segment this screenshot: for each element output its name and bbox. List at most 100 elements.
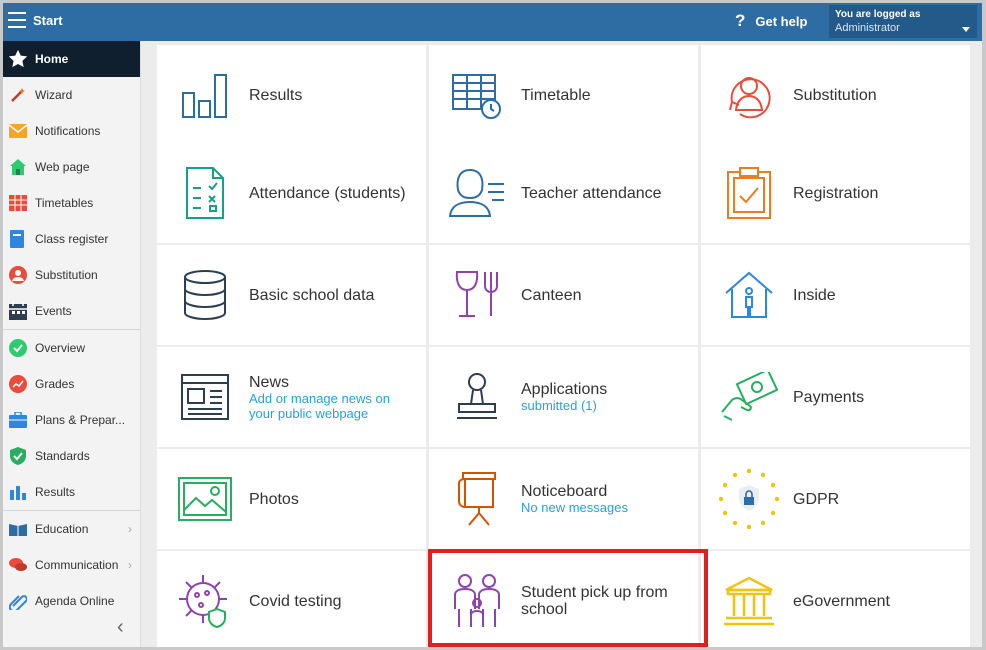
teacher-attendance-icon (437, 163, 517, 223)
tile-title: Attendance (students) (249, 184, 406, 202)
sidebar-item-label: Plans & Prepar... (35, 413, 126, 427)
sidebar-item-label: Education (35, 522, 89, 536)
tile-payments[interactable]: Payments (701, 347, 970, 447)
tile-teacher-attendance[interactable]: Teacher attendance (429, 143, 698, 243)
tile-title: Noticeboard (521, 483, 608, 500)
tile-title: eGovernment (793, 592, 890, 610)
tile-timetable[interactable]: Timetable (429, 45, 698, 145)
house-icon (8, 157, 28, 177)
sidebar-item-timetables[interactable]: Timetables (3, 185, 140, 221)
database-icon (165, 265, 245, 325)
sidebar-item-label: Wizard (35, 88, 73, 102)
get-help-button[interactable]: ? Get help (735, 11, 807, 31)
app-window: Start ? Get help You are logged as Admin… (3, 3, 982, 647)
tile-title: Photos (249, 490, 299, 508)
tile-gdpr[interactable]: GDPR (701, 449, 970, 549)
noticeboard-icon (437, 469, 517, 529)
tile-title: News (249, 373, 290, 391)
inside-icon (709, 265, 789, 325)
sidebar-item-grades[interactable]: Grades (3, 366, 140, 402)
user-menu[interactable]: You are logged as Administrator (829, 5, 977, 38)
sidebar-item-label: Timetables (35, 196, 94, 210)
question-icon: ? (735, 11, 746, 30)
chevron-right-icon: › (128, 522, 132, 536)
sidebar-item-web-page[interactable]: Web page (3, 149, 140, 185)
briefcase-icon (8, 410, 28, 430)
tile-covid-testing[interactable]: Covid testing (157, 551, 426, 647)
chevron-right-icon: › (128, 558, 132, 572)
substitution-icon (709, 65, 789, 125)
sidebar-item-communication[interactable]: Communication › (3, 547, 140, 583)
canteen-icon (437, 265, 517, 325)
sidebar-item-agenda-online[interactable]: Agenda Online (3, 583, 140, 619)
sidebar-item-label: Notifications (35, 124, 101, 138)
sidebar-item-wizard[interactable]: Wizard (3, 77, 140, 113)
sidebar-item-education[interactable]: Education › (3, 511, 140, 547)
top-bar: Start ? Get help You are logged as Admin… (3, 3, 982, 41)
sidebar-item-plans[interactable]: Plans & Prepar... (3, 402, 140, 438)
tile-title: Teacher attendance (521, 184, 662, 202)
tile-noticeboard[interactable]: Noticeboard No new messages (429, 449, 698, 549)
sidebar-item-label: Communication (35, 558, 119, 572)
tile-photos[interactable]: Photos (157, 449, 426, 549)
sidebar-item-label: Standards (35, 449, 90, 463)
bar-chart-icon (165, 65, 245, 125)
tile-results[interactable]: Results (157, 45, 426, 145)
star-icon (8, 49, 28, 69)
tile-subtitle-link[interactable]: No new messages (521, 500, 628, 515)
tile-egovernment[interactable]: eGovernment (701, 551, 970, 647)
tile-title: Canteen (521, 286, 582, 304)
tile-title: Payments (793, 388, 865, 406)
tile-applications[interactable]: Applications submitted (1) (429, 347, 698, 447)
user-status-label: You are logged as (835, 9, 921, 20)
sidebar-item-label: Substitution (35, 268, 98, 282)
tile-canteen[interactable]: Canteen (429, 245, 698, 345)
sidebar-item-label: Web page (35, 160, 90, 174)
tile-registration[interactable]: Registration (701, 143, 970, 243)
sidebar-item-notifications[interactable]: Notifications (3, 113, 140, 149)
page-title: Start (33, 13, 63, 28)
paperclip-icon (8, 591, 28, 611)
tile-title: Results (249, 86, 303, 104)
check-circle-icon (8, 338, 28, 358)
tile-news[interactable]: News Add or manage news on your public w… (157, 347, 426, 447)
sidebar-item-overview[interactable]: Overview (3, 330, 140, 366)
sidebar-item-standards[interactable]: Standards (3, 438, 140, 474)
tile-basic-school-data[interactable]: Basic school data (157, 245, 426, 345)
tile-title: Registration (793, 184, 879, 202)
sidebar-item-label: Home (35, 52, 69, 66)
tile-substitution[interactable]: Substitution (701, 45, 970, 145)
tile-title: Student pick up from school (521, 584, 668, 618)
government-icon (709, 571, 789, 631)
tile-title: Timetable (521, 86, 591, 104)
tile-title: Applications (521, 381, 608, 398)
sidebar-item-home[interactable]: Home (3, 41, 140, 77)
tile-subtitle-link[interactable]: submitted (1) (521, 398, 607, 413)
bars-icon (8, 482, 28, 502)
family-icon (437, 571, 517, 631)
sidebar-item-class-register[interactable]: Class register (3, 221, 140, 257)
timetable-icon (437, 65, 517, 125)
tile-student-pick-up[interactable]: Student pick up from school (429, 551, 698, 647)
person-icon (8, 265, 28, 285)
caret-down-icon (962, 27, 970, 32)
menu-icon[interactable] (8, 12, 26, 28)
gdpr-icon (709, 468, 789, 530)
tile-attendance-students[interactable]: Attendance (students) (157, 143, 426, 243)
shield-check-icon (8, 446, 28, 466)
tile-grid: Results Timetable Substitution Attendanc… (157, 41, 970, 647)
tile-inside[interactable]: Inside (701, 245, 970, 345)
attendance-icon (165, 163, 245, 223)
sidebar-item-events[interactable]: Events (3, 293, 140, 329)
books-icon (8, 519, 28, 539)
get-help-label: Get help (755, 13, 808, 29)
sidebar-item-results[interactable]: Results (3, 474, 140, 510)
tile-subtitle-link[interactable]: Add or manage news on your public webpag… (249, 391, 409, 421)
collapse-sidebar-icon[interactable]: ‹ (117, 616, 124, 639)
calendar-icon (8, 301, 28, 321)
stamp-icon (437, 367, 517, 427)
tile-title: Basic school data (249, 286, 375, 304)
chart-circle-icon (8, 374, 28, 394)
sidebar-item-substitution[interactable]: Substitution (3, 257, 140, 293)
chat-icon (8, 555, 28, 575)
